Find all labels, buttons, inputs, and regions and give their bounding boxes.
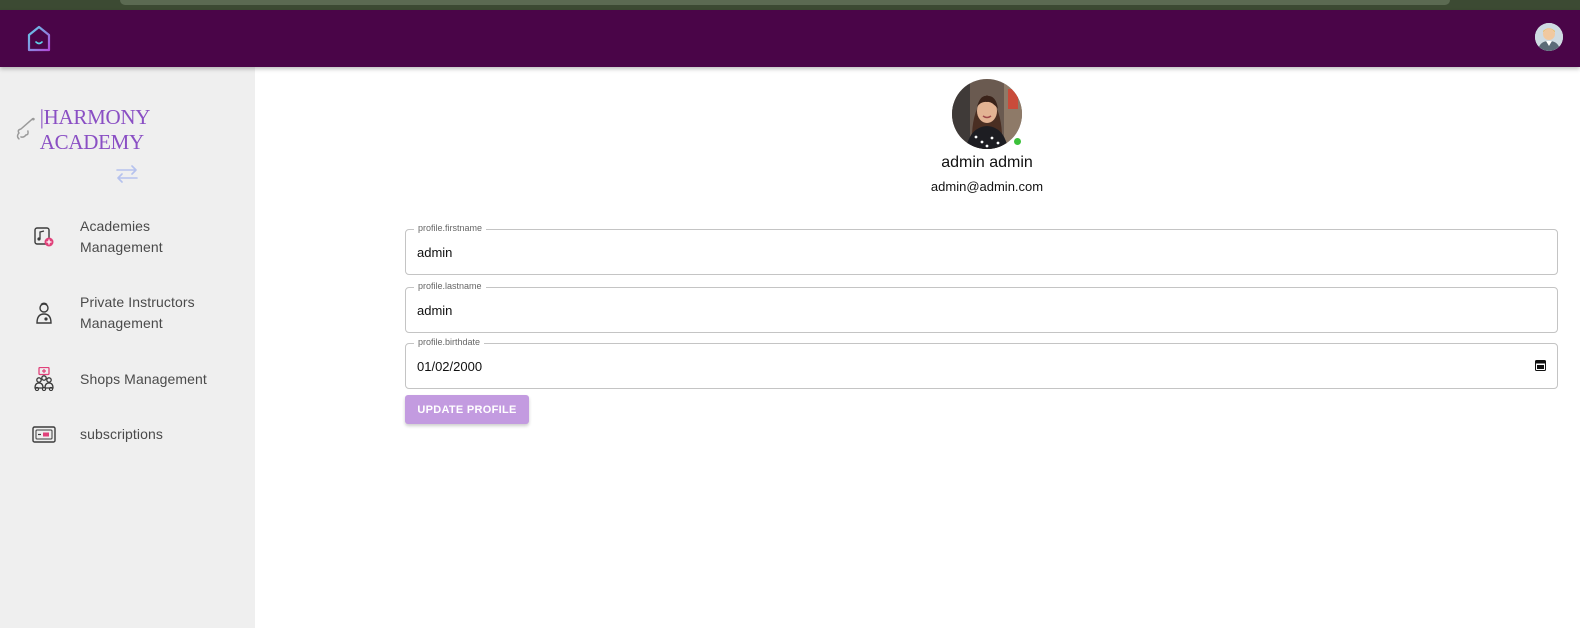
calendar-icon[interactable] xyxy=(1535,359,1546,371)
swap-arrows-icon[interactable] xyxy=(114,163,140,185)
sidebar-item-label: Private Instructors Management xyxy=(80,294,195,331)
sidebar-item-academies-management[interactable]: Academies Management xyxy=(0,215,255,259)
sidebar-item-shops-management[interactable]: Shops Management xyxy=(0,367,255,393)
sidebar-item-private-instructors-management[interactable]: Private Instructors Management xyxy=(0,291,255,335)
profile-page: admin admin admin@admin.com profile.firs… xyxy=(255,67,1580,628)
sidebar-item-label: subscriptions xyxy=(80,426,164,442)
violin-icon xyxy=(16,117,35,140)
instructor-icon xyxy=(36,302,52,324)
firstname-input[interactable] xyxy=(417,230,1527,274)
subscriptions-icon xyxy=(32,426,56,443)
birthdate-input[interactable] xyxy=(417,344,1527,388)
house-logo-icon[interactable] xyxy=(25,24,53,54)
shops-icon xyxy=(34,367,54,391)
academy-icon xyxy=(34,227,54,247)
profile-email: admin@admin.com xyxy=(930,179,1044,194)
sidebar: |HARMONY ACADEMY Academies Management Pr… xyxy=(0,67,255,628)
online-status-badge xyxy=(1012,136,1023,147)
lastname-input[interactable] xyxy=(417,288,1527,332)
sidebar-item-label: Academies Management xyxy=(80,218,163,255)
browser-chrome-strip xyxy=(0,0,1580,10)
brand-name: |HARMONY ACADEMY xyxy=(39,105,150,154)
browser-address-bar xyxy=(120,0,1450,5)
user-avatar-icon[interactable] xyxy=(1535,23,1563,51)
sidebar-item-label: Shops Management xyxy=(80,371,207,387)
update-profile-button[interactable]: UPDATE PROFILE xyxy=(405,395,529,424)
lastname-field: profile.lastname xyxy=(405,280,1558,333)
profile-name: admin admin xyxy=(941,154,1033,171)
sidebar-item-subscriptions[interactable]: subscriptions xyxy=(0,423,255,449)
birthdate-field: profile.birthdate xyxy=(405,336,1558,389)
brand-logo: |HARMONY ACADEMY xyxy=(14,105,255,155)
top-app-bar xyxy=(0,10,1580,67)
firstname-field: profile.firstname xyxy=(405,222,1558,275)
